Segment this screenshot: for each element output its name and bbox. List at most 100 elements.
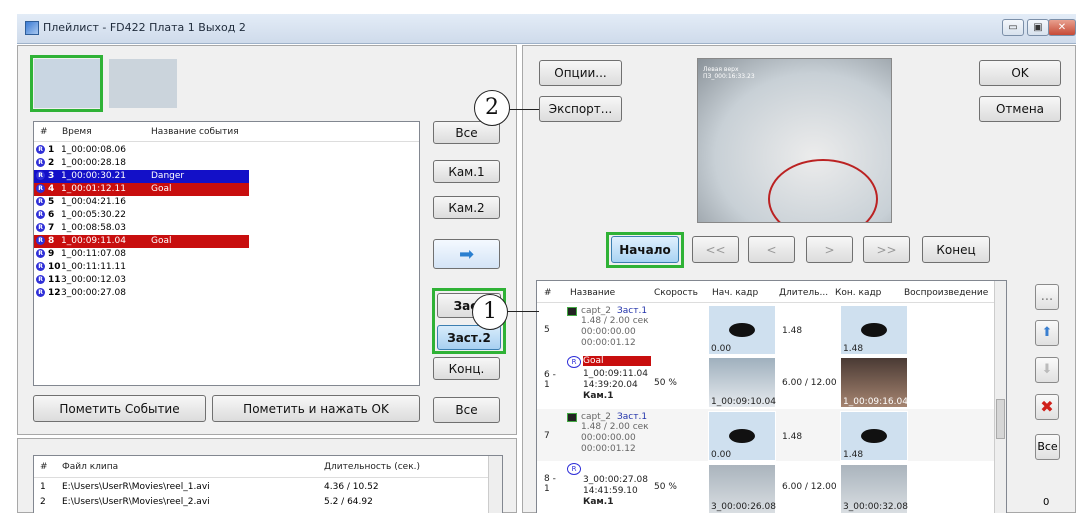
pl-col-end-frame[interactable]: Кон. кадр (835, 288, 881, 298)
clip-file: E:\Users\UserR\Movies\reel_1.avi (62, 482, 210, 492)
playlist-row[interactable]: 5 capt_2 Заст.1 1.48 / 2.00 сек 00:00:00… (537, 303, 996, 355)
callout-1-leader (507, 311, 539, 312)
r-event-icon: R (567, 463, 581, 475)
close-button[interactable]: ✕ (1048, 19, 1076, 36)
more-button[interactable]: ... (1035, 284, 1059, 310)
clips-col-num[interactable]: # (40, 462, 48, 472)
konc-button[interactable]: Конц. (433, 357, 500, 380)
event-row[interactable]: R 4 1_00:01:12.11 Goal (34, 183, 249, 196)
event-name: Danger (151, 171, 185, 181)
r-event-icon: R (36, 197, 45, 206)
scrollbar-thumb[interactable] (996, 399, 1005, 439)
clips-list[interactable]: # Файл клипа Длительность (сек.) 1 E:\Us… (33, 455, 503, 513)
playlist-row[interactable]: 7 capt_2 Заст.1 1.48 / 2.00 сек 00:00:00… (537, 409, 996, 461)
event-row[interactable]: R 1 1_00:00:08.06 (34, 144, 284, 157)
r-event-icon: R (36, 236, 45, 245)
col-header-event-name[interactable]: Название события (151, 127, 239, 137)
event-row[interactable]: R 9 1_00:11:07.08 (34, 248, 284, 261)
r-event-icon: R (36, 158, 45, 167)
event-row[interactable]: R 5 1_00:04:21.16 (34, 196, 284, 209)
minimize-button[interactable]: ▭ (1002, 19, 1024, 36)
camera-thumbnail-2[interactable] (109, 59, 177, 108)
clips-col-duration[interactable]: Длительность (сек.) (324, 462, 420, 472)
row-duration: 6.00 / 12.00 (782, 482, 837, 492)
event-row[interactable]: R 8 1_00:09:11.04 Goal (34, 235, 249, 248)
cancel-button[interactable]: Отмена (979, 96, 1061, 122)
event-time: 1_00:11:11.11 (61, 262, 126, 272)
event-num: 12 (48, 288, 61, 298)
prev-fast-button[interactable]: << (692, 236, 739, 263)
all-bottom-button[interactable]: Все (433, 397, 500, 423)
mark-and-ok-button[interactable]: Пометить и нажать OK (212, 395, 420, 422)
ok-button[interactable]: OK (979, 60, 1061, 86)
delete-icon[interactable]: ✖ (1035, 394, 1059, 420)
playlist-table[interactable]: # Название Скорость Нач. кадр Длитель...… (536, 280, 1007, 513)
clip-row[interactable]: 1 E:\Users\UserR\Movies\reel_1.avi 4.36 … (40, 481, 379, 494)
camera-thumbnail-1[interactable] (34, 59, 100, 108)
callout-2: 2 (474, 90, 510, 126)
pl-col-name[interactable]: Название (570, 288, 615, 298)
add-to-playlist-button[interactable]: ➡ (433, 239, 500, 269)
next-fast-button[interactable]: >> (863, 236, 910, 263)
cam1-button[interactable]: Кам.1 (433, 160, 500, 183)
event-num: 4 (48, 184, 55, 194)
event-time: 1_00:09:11.04 (61, 236, 126, 246)
r-event-icon: R (36, 288, 45, 297)
event-row[interactable]: R 123_00:00:27.08 (34, 287, 284, 300)
start-button[interactable]: Начало (611, 236, 679, 263)
playlist-row[interactable]: 6 - 1 R Goal 1_00:09:11.04 14:39:20.04 К… (537, 356, 996, 408)
row-line2: 14:41:59.10 (583, 486, 638, 496)
film-icon (567, 413, 577, 422)
row-duration: 6.00 / 12.00 (782, 378, 837, 388)
event-row[interactable]: R 7 1_00:08:58.03 (34, 222, 284, 235)
event-num: 10 (48, 262, 61, 272)
clip-row[interactable]: 2 E:\Users\UserR\Movies\reel_2.avi 5.2 /… (40, 496, 373, 509)
pl-col-start-frame[interactable]: Нач. кадр (712, 288, 758, 298)
window-title: Плейлист - FD422 Плата 1 Выход 2 (43, 21, 246, 34)
event-time: 3_00:00:27.08 (61, 288, 126, 298)
app-icon (25, 21, 39, 35)
all-right-button[interactable]: Все (1035, 434, 1060, 460)
next-button[interactable]: > (806, 236, 853, 263)
clips-col-file[interactable]: Файл клипа (62, 462, 118, 472)
pl-col-playback[interactable]: Воспроизведение (904, 288, 988, 298)
start-frame-label: 3_00:00:26.08 (711, 502, 776, 512)
r-event-icon: R (36, 171, 45, 180)
row-name: Goal (583, 356, 651, 366)
clip-num: 1 (40, 482, 46, 492)
end-frame-label: 3_00:00:32.08 (843, 502, 908, 512)
col-header-time[interactable]: Время (62, 127, 92, 137)
event-row[interactable]: R 113_00:00:12.03 (34, 274, 284, 287)
event-row[interactable]: R 6 1_00:05:30.22 (34, 209, 284, 222)
cam2-button[interactable]: Кам.2 (433, 196, 500, 219)
pl-col-speed[interactable]: Скорость (654, 288, 698, 298)
video-preview[interactable]: Левая верх ПЗ_000:16:33.23 (697, 58, 892, 223)
callout-1: 1 (472, 294, 508, 330)
event-time: 1_00:08:58.03 (61, 223, 126, 233)
row-name: capt_2 (581, 306, 611, 316)
prev-button[interactable]: < (748, 236, 795, 263)
event-row[interactable]: R 2 1_00:00:28.18 (34, 157, 284, 170)
pl-col-duration[interactable]: Длитель... (779, 288, 828, 298)
options-button[interactable]: Опции... (539, 60, 622, 86)
event-row[interactable]: R 3 1_00:00:30.21 Danger (34, 170, 249, 183)
playlist-row[interactable]: 8 - 1 R 3_00:00:27.08 14:41:59.10 Кам.1 … (537, 462, 996, 513)
events-list[interactable]: # Время Название события R 1 1_00:00:08.06… (33, 121, 420, 386)
mark-event-button[interactable]: Пометить Событие (33, 395, 206, 422)
event-name: Goal (151, 236, 172, 246)
pl-col-num[interactable]: # (544, 288, 552, 298)
clips-scrollbar[interactable] (488, 456, 502, 513)
maximize-button[interactable]: ▣ (1027, 19, 1049, 36)
r-event-icon: R (36, 249, 45, 258)
r-event-icon: R (36, 275, 45, 284)
preview-overlay-text: Левая верх ПЗ_000:16:33.23 (703, 66, 755, 80)
callout-2-leader (510, 109, 539, 110)
col-header-num[interactable]: # (40, 127, 48, 137)
end-frame-label: 1.48 (843, 344, 864, 354)
move-up-icon[interactable]: ⬆ (1035, 320, 1059, 346)
export-button[interactable]: Экспорт... (539, 96, 622, 122)
move-down-icon[interactable]: ⬇ (1035, 357, 1059, 383)
event-row[interactable]: R 101_00:11:11.11 (34, 261, 284, 274)
end-button[interactable]: Конец (922, 236, 990, 263)
playlist-scrollbar[interactable] (994, 281, 1006, 513)
